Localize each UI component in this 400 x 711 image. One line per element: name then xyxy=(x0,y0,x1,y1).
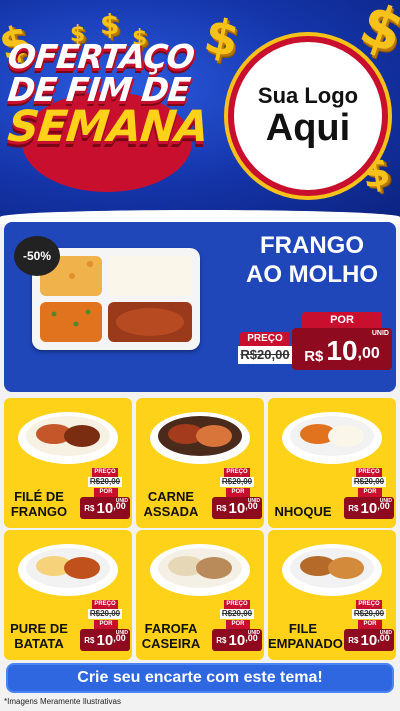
product-food-image xyxy=(282,544,382,596)
product-name: NHOQUE xyxy=(268,504,338,520)
price-int: 10 xyxy=(360,631,378,649)
featured-price-cents: ,00 xyxy=(357,345,380,362)
unid-label: UNID xyxy=(379,498,392,504)
product-name-line-2: CASEIRA xyxy=(141,636,201,652)
new-price: UNID R$ 10 ,00 xyxy=(344,629,394,651)
unid-label: UNID xyxy=(379,630,392,636)
featured-por-label: POR xyxy=(302,312,382,328)
product-price-tag: PREÇO R$20,00 POR UNID R$ 10 ,00 xyxy=(212,468,262,524)
product-card[interactable]: FILÉ DE FRANGO PREÇO R$20,00 POR UNID R$… xyxy=(4,398,132,528)
product-price-tag: PREÇO R$20,00 POR UNID R$ 10 ,00 xyxy=(344,600,394,656)
por-label: POR xyxy=(94,620,118,629)
old-price: R$20,00 xyxy=(352,477,386,487)
product-name-line-1: PURE DE xyxy=(10,620,68,636)
logo-text-bottom: Aqui xyxy=(265,107,351,150)
new-price: UNID R$ 10 ,00 xyxy=(80,629,130,651)
unid-label: UNID xyxy=(247,630,260,636)
featured-currency: R$ xyxy=(304,348,324,365)
product-price-tag: PREÇO R$20,00 POR UNID R$ 10 ,00 xyxy=(212,600,262,656)
unid-label: UNID xyxy=(115,630,128,636)
featured-new-price: UNID R$ 10 ,00 xyxy=(292,328,392,370)
product-card[interactable]: FILE EMPANADO PREÇO R$20,00 POR UNID R$ … xyxy=(268,530,396,660)
product-name: PURE DE BATATA xyxy=(4,621,74,652)
new-price: UNID R$ 10 ,00 xyxy=(212,629,262,651)
featured-old-price: R$20,00 xyxy=(238,346,292,364)
title-line-1: OFERTAÇO xyxy=(5,37,196,76)
product-name-line-1: FAROFA xyxy=(144,620,198,636)
product-food-image xyxy=(18,412,118,464)
unid-label: UNID xyxy=(115,498,128,504)
product-name-line-1: FILÉ DE xyxy=(14,488,64,504)
product-name: CARNE ASSADA xyxy=(136,489,206,520)
old-price: R$20,00 xyxy=(352,609,386,619)
por-label: POR xyxy=(226,488,250,497)
featured-name-line-2: AO MOLHO xyxy=(246,260,378,288)
old-price: R$20,00 xyxy=(220,477,254,487)
product-price-tag: PREÇO R$20,00 POR UNID R$ 10 ,00 xyxy=(344,468,394,524)
featured-price-int: 10 xyxy=(326,335,358,366)
product-name-line-1: FILE xyxy=(288,620,318,636)
product-card[interactable]: FAROFA CASEIRA PREÇO R$20,00 POR UNID R$… xyxy=(136,530,264,660)
create-flyer-button[interactable]: Crie seu encarte com este tema! xyxy=(6,663,394,693)
new-price: UNID R$ 10 ,00 xyxy=(212,497,262,519)
currency: R$ xyxy=(84,635,95,645)
currency: R$ xyxy=(216,635,227,645)
por-label: POR xyxy=(358,620,382,629)
currency: R$ xyxy=(348,635,359,645)
product-food-image xyxy=(150,544,250,596)
old-price: R$20,00 xyxy=(88,609,122,619)
product-price-tag: PREÇO R$20,00 POR UNID R$ 10 ,00 xyxy=(80,600,130,656)
old-price: R$20,00 xyxy=(220,609,254,619)
old-price: R$20,00 xyxy=(88,477,122,487)
product-food-image xyxy=(18,544,118,596)
promo-title: OFERTAÇO DE FIM DE SEMANA xyxy=(5,37,211,152)
product-card[interactable]: NHOQUE PREÇO R$20,00 POR UNID R$ 10 ,00 xyxy=(268,398,396,528)
product-food-image xyxy=(282,412,382,464)
por-label: POR xyxy=(226,620,250,629)
product-name-line-2: ASSADA xyxy=(143,504,199,520)
disclaimer-text: *Imagens Meramente Ilustrativas xyxy=(4,697,121,706)
price-int: 10 xyxy=(96,499,114,517)
price-int: 10 xyxy=(360,499,378,517)
price-int: 10 xyxy=(228,499,246,517)
preco-label: PREÇO xyxy=(92,468,118,477)
product-name-line-1: CARNE xyxy=(147,488,195,504)
featured-name-line-1: FRANGO xyxy=(260,232,364,259)
logo-placeholder[interactable]: Sua Logo Aqui xyxy=(228,36,388,196)
product-name: FAROFA CASEIRA xyxy=(136,621,206,652)
product-name-line-2: EMPANADO xyxy=(268,636,343,652)
preco-label: PREÇO xyxy=(356,600,382,609)
currency: R$ xyxy=(348,503,359,513)
new-price: UNID R$ 10 ,00 xyxy=(80,497,130,519)
preco-label: PREÇO xyxy=(224,600,250,609)
preco-label: PREÇO xyxy=(92,600,118,609)
preco-label: PREÇO xyxy=(224,468,250,477)
product-food-image xyxy=(150,412,250,464)
header-banner: $ $ $ $ $ $ $ OFERTAÇO DE FIM DE SEMANA … xyxy=(0,0,400,218)
featured-unid-label: UNID xyxy=(371,330,389,337)
por-label: POR xyxy=(94,488,118,497)
unid-label: UNID xyxy=(247,498,260,504)
currency: R$ xyxy=(216,503,227,513)
product-price-tag: PREÇO R$20,00 POR UNID R$ 10 ,00 xyxy=(80,468,130,524)
preco-label: PREÇO xyxy=(356,468,382,477)
product-name: FILE EMPANADO xyxy=(268,620,343,652)
new-price: UNID R$ 10 ,00 xyxy=(344,497,394,519)
discount-badge: -50% xyxy=(14,236,60,276)
product-name-line-1: NHOQUE xyxy=(274,504,332,520)
price-int: 10 xyxy=(228,631,246,649)
title-line-3: SEMANA xyxy=(5,102,211,152)
logo-text-top: Sua Logo xyxy=(257,83,359,109)
product-name: FILÉ DE FRANGO xyxy=(4,489,74,520)
product-card[interactable]: CARNE ASSADA PREÇO R$20,00 POR UNID R$ 1… xyxy=(136,398,264,528)
product-card[interactable]: PURE DE BATATA PREÇO R$20,00 POR UNID R$… xyxy=(4,530,132,660)
price-int: 10 xyxy=(96,631,114,649)
por-label: POR xyxy=(358,488,382,497)
currency: R$ xyxy=(84,503,95,513)
featured-preco-label: PREÇO xyxy=(240,332,290,346)
product-name-line-2: FRANGO xyxy=(10,504,68,520)
product-name-line-2: BATATA xyxy=(14,636,64,652)
featured-product-name: FRANGO AO MOLHO xyxy=(232,232,392,290)
